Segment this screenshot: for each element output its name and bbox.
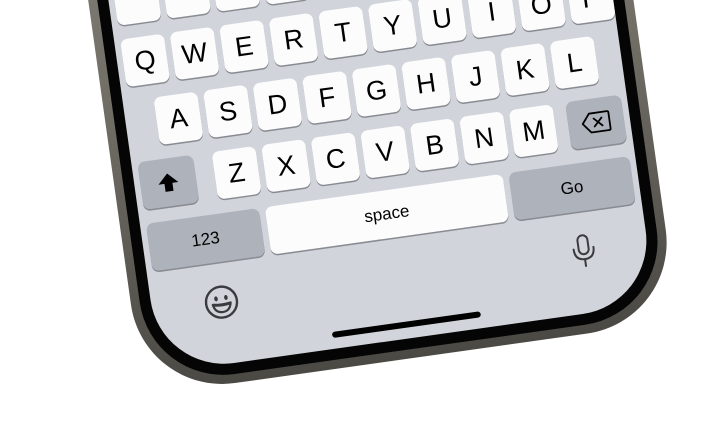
key-p[interactable]: P [565, 0, 616, 25]
key-f[interactable]: F [301, 70, 353, 125]
key-z[interactable]: Z [211, 145, 262, 200]
key-m[interactable]: M [508, 104, 559, 158]
key-r-partial[interactable] [259, 0, 311, 5]
key-q-partial[interactable] [111, 0, 162, 26]
key-w-partial[interactable] [160, 0, 212, 19]
go-key-label: Go [559, 176, 585, 199]
key-t[interactable]: T [318, 5, 369, 60]
key-c[interactable]: C [310, 132, 361, 186]
key-e[interactable]: E [219, 19, 270, 74]
shift-key[interactable] [137, 154, 200, 211]
scene: Q W E R T Y U I O P A S D F G H J K L [0, 0, 717, 437]
key-j[interactable]: J [450, 49, 501, 104]
go-key[interactable]: Go [508, 155, 636, 221]
microphone-icon [572, 234, 595, 268]
key-i[interactable]: I [466, 0, 517, 39]
emoji-button[interactable] [199, 280, 244, 325]
key-e-partial[interactable] [210, 0, 261, 12]
key-o[interactable]: O [516, 0, 567, 32]
key-q[interactable]: Q [119, 33, 171, 88]
dictation-button[interactable] [561, 229, 606, 274]
key-s[interactable]: S [202, 84, 254, 139]
key-d[interactable]: D [252, 77, 303, 132]
space-key-label: space [363, 201, 411, 227]
delete-icon [580, 109, 613, 135]
key-u[interactable]: U [417, 0, 468, 46]
shift-icon [155, 169, 182, 196]
key-n[interactable]: N [459, 111, 510, 165]
key-g[interactable]: G [351, 63, 402, 118]
numbers-key[interactable]: 123 [145, 208, 266, 272]
key-w[interactable]: W [169, 26, 220, 81]
key-h[interactable]: H [400, 56, 452, 111]
key-x[interactable]: X [261, 138, 312, 193]
numbers-key-label: 123 [190, 227, 221, 251]
emoji-icon [204, 285, 239, 319]
key-b[interactable]: B [409, 118, 460, 172]
key-l[interactable]: L [549, 35, 600, 90]
key-k[interactable]: K [499, 42, 551, 97]
key-v[interactable]: V [360, 125, 411, 179]
key-r[interactable]: R [268, 12, 319, 67]
key-a[interactable]: A [153, 91, 204, 146]
key-y[interactable]: Y [367, 0, 418, 53]
delete-key[interactable] [565, 94, 628, 150]
